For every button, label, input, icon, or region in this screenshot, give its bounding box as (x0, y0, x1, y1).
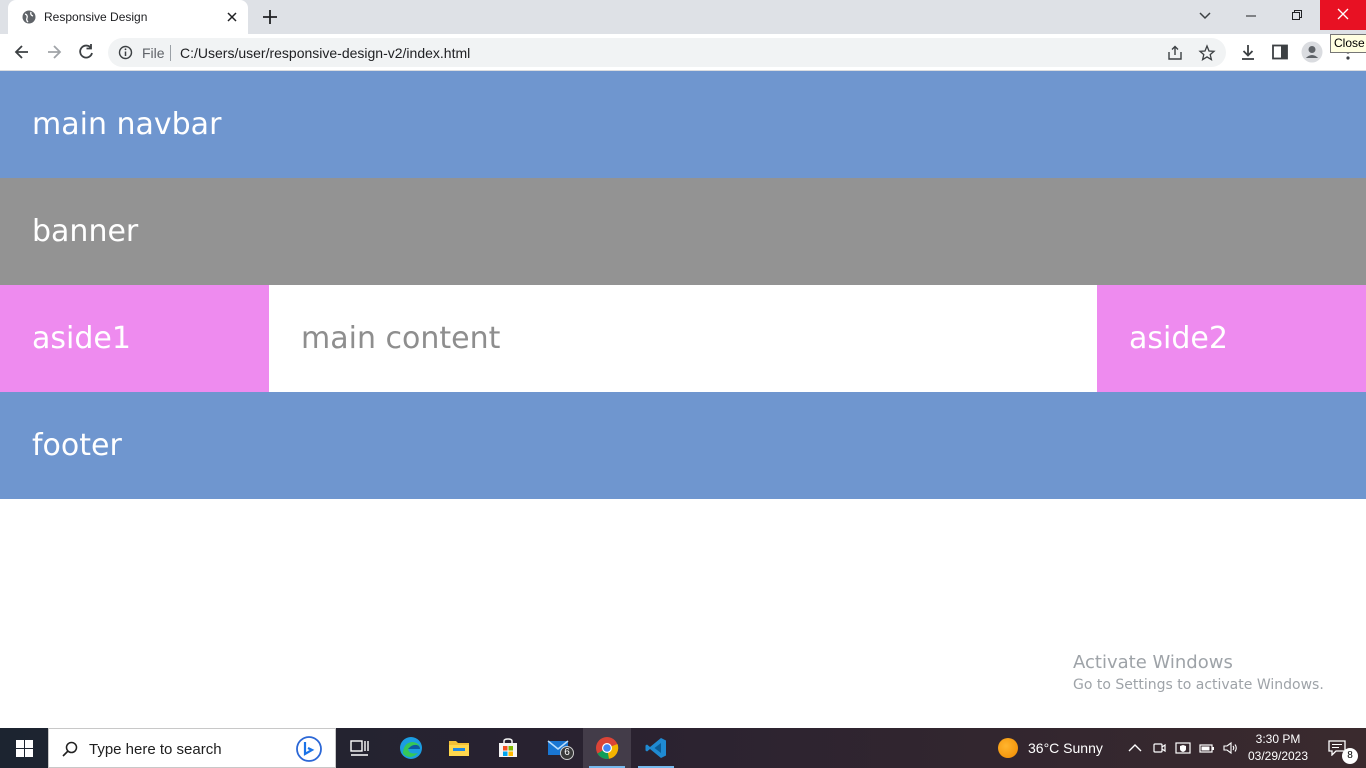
task-view-icon (350, 740, 369, 756)
windows-logo-icon (16, 740, 33, 757)
browser-toolbar: File C:/Users/user/responsive-design-v2/… (0, 34, 1366, 71)
back-arrow-icon[interactable] (12, 42, 32, 62)
footer: footer (0, 392, 1366, 499)
taskbar-search-box[interactable]: Type here to search (48, 728, 336, 768)
clock-date: 03/29/2023 (1247, 749, 1309, 763)
aside2: aside2 (1097, 285, 1366, 392)
meet-now-camera-icon[interactable] (1150, 739, 1168, 757)
restore-icon (1292, 10, 1302, 20)
search-icon (62, 741, 78, 757)
store-bag-icon (499, 738, 517, 757)
notification-count-badge: 8 (1342, 748, 1358, 764)
side-panel-icon[interactable] (1270, 42, 1290, 62)
new-tab-plus-icon[interactable] (260, 7, 280, 27)
window-minimize-button[interactable] (1228, 0, 1274, 30)
page-viewport: main navbar banner aside1 main content a… (0, 71, 1366, 728)
weather-text: 36°C Sunny (1028, 740, 1103, 756)
activate-windows-watermark: Activate Windows Go to Settings to activ… (1073, 651, 1324, 695)
profile-avatar-icon[interactable] (1301, 41, 1323, 63)
mail-unread-badge: 6 (560, 746, 574, 760)
main-navbar: main navbar (0, 71, 1366, 178)
start-button[interactable] (0, 728, 48, 768)
banner: banner (0, 178, 1366, 285)
aside1: aside1 (0, 285, 269, 392)
tab-close-icon[interactable] (224, 9, 240, 25)
edge-app-button[interactable] (387, 728, 435, 768)
chrome-app-button[interactable] (583, 728, 631, 768)
browser-tab-active[interactable]: Responsive Design (8, 0, 248, 34)
download-icon[interactable] (1238, 42, 1258, 62)
bing-chat-icon[interactable] (295, 735, 323, 763)
close-tooltip: Close (1330, 34, 1366, 53)
vscode-app-button[interactable] (632, 728, 680, 768)
url-scheme-label: File (142, 45, 165, 61)
address-bar[interactable]: File C:/Users/user/responsive-design-v2/… (108, 38, 1226, 67)
forward-arrow-icon[interactable] (44, 42, 64, 62)
security-shield-tray-icon[interactable] (1174, 739, 1192, 757)
window-restore-button[interactable] (1274, 0, 1320, 30)
sun-weather-icon (998, 738, 1018, 758)
globe-icon (22, 10, 36, 24)
file-explorer-app-button[interactable] (435, 728, 483, 768)
edge-browser-icon (400, 737, 422, 759)
chrome-browser-icon (596, 737, 619, 759)
watermark-subtitle: Go to Settings to activate Windows. (1073, 677, 1324, 693)
url-text[interactable]: C:/Users/user/responsive-design-v2/index… (180, 45, 470, 61)
clock-time: 3:30 PM (1255, 732, 1301, 746)
browser-titlebar: Responsive Design Close (0, 0, 1366, 53)
site-info-icon[interactable] (118, 45, 133, 60)
mail-app-button[interactable]: 6 (534, 728, 582, 768)
tab-title: Responsive Design (44, 10, 148, 24)
action-center-button[interactable]: 8 (1320, 728, 1366, 768)
windows-taskbar: Type here to search 6 36°C Sunny 3:30 PM… (0, 728, 1366, 768)
microsoft-store-app-button[interactable] (484, 728, 532, 768)
search-placeholder: Type here to search (89, 741, 222, 758)
vscode-icon (645, 738, 666, 758)
battery-icon[interactable] (1198, 739, 1216, 757)
tab-search-chevron-icon[interactable] (1196, 6, 1214, 24)
watermark-title: Activate Windows (1073, 652, 1233, 673)
taskbar-clock[interactable]: 3:30 PM 03/29/2023 (1240, 731, 1316, 765)
folder-icon (449, 741, 469, 756)
close-icon (1337, 8, 1349, 20)
bookmark-star-icon[interactable] (1198, 44, 1216, 62)
omnibox-divider (170, 45, 171, 61)
minimize-icon (1246, 15, 1256, 17)
reload-icon[interactable] (76, 42, 96, 62)
volume-speaker-icon[interactable] (1221, 739, 1239, 757)
main-content: main content (269, 285, 1097, 392)
window-close-button[interactable] (1320, 0, 1366, 30)
share-icon[interactable] (1166, 44, 1184, 62)
show-hidden-icons-chevron-icon[interactable] (1126, 739, 1144, 757)
task-view-button[interactable] (336, 728, 384, 768)
